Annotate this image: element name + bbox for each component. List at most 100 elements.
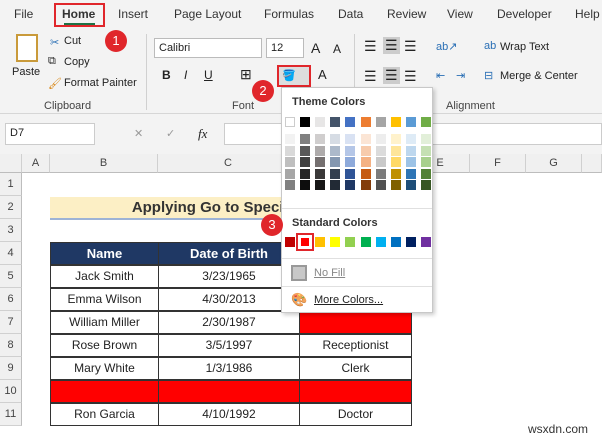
theme-shade-swatch[interactable] [345,145,356,156]
row-header[interactable]: 1 [0,173,22,196]
table-cell[interactable] [299,380,412,403]
theme-shade-swatch[interactable] [285,180,295,190]
tab-formulas[interactable]: Formulas [264,7,314,21]
theme-shade-swatch[interactable] [315,134,326,144]
borders-icon[interactable]: ⊞ [240,66,252,83]
decrease-indent-icon[interactable]: ⇤ [436,69,445,82]
theme-shade-swatch[interactable] [420,134,431,144]
row-header[interactable]: 5 [0,265,22,288]
theme-color-swatch[interactable] [330,117,341,127]
row-header[interactable]: 2 [0,196,22,219]
cancel-icon[interactable]: ✕ [134,127,143,140]
theme-shade-swatch[interactable] [420,145,431,156]
select-all-corner[interactable] [0,154,22,173]
font-name-select[interactable]: Calibri [154,38,262,58]
fill-color-button[interactable]: 🪣 [277,65,311,87]
table-cell[interactable]: Receptionist [299,334,412,357]
row-header[interactable]: 6 [0,288,22,311]
grow-font-button[interactable]: A [311,40,320,56]
theme-shade-swatch[interactable] [405,180,416,190]
theme-shade-swatch[interactable] [345,168,356,179]
paste-button[interactable]: Paste [12,66,40,78]
table-cell[interactable]: Clerk [299,357,412,380]
column-header[interactable] [582,154,602,173]
table-cell[interactable]: 3/5/1997 [158,334,300,357]
theme-shade-swatch[interactable] [360,145,371,156]
theme-shade-swatch[interactable] [375,168,386,179]
theme-shade-swatch[interactable] [330,168,341,179]
theme-shade-swatch[interactable] [390,180,401,190]
tab-view[interactable]: View [447,7,473,21]
row-header[interactable]: 7 [0,311,22,334]
theme-color-swatch[interactable] [420,117,431,127]
tab-developer[interactable]: Developer [497,7,552,21]
standard-color-swatch[interactable] [375,237,386,247]
theme-shade-swatch[interactable] [345,180,356,190]
theme-shade-swatch[interactable] [420,168,431,179]
increase-indent-icon[interactable]: ⇥ [456,69,465,82]
theme-shade-swatch[interactable] [300,180,311,190]
column-header[interactable]: G [526,154,582,173]
theme-shade-swatch[interactable] [405,157,416,167]
row-header[interactable]: 10 [0,380,22,403]
column-header[interactable]: C [158,154,299,173]
merge-center-button[interactable]: Merge & Center [500,70,578,82]
table-cell[interactable] [50,380,159,403]
theme-shade-swatch[interactable] [300,134,311,144]
underline-button[interactable]: U [204,68,213,82]
table-cell[interactable] [299,311,412,334]
font-color-button[interactable]: A [318,67,327,82]
theme-shade-swatch[interactable] [360,180,371,190]
theme-shade-swatch[interactable] [405,145,416,156]
tab-review[interactable]: Review [387,7,426,21]
italic-button[interactable]: I [184,68,187,82]
table-cell[interactable]: Rose Brown [50,334,159,357]
align-middle-icon[interactable]: ☰ [383,37,400,54]
table-header[interactable]: Name [50,242,159,265]
table-cell[interactable]: 4/10/1992 [158,403,300,426]
theme-color-swatch[interactable] [360,117,371,127]
theme-shade-swatch[interactable] [285,157,295,167]
tab-page-layout[interactable]: Page Layout [174,7,241,21]
theme-shade-swatch[interactable] [285,134,295,144]
column-header[interactable]: A [22,154,50,173]
theme-shade-swatch[interactable] [285,168,295,179]
theme-shade-swatch[interactable] [300,168,311,179]
row-header[interactable]: 8 [0,334,22,357]
standard-color-swatch[interactable] [345,237,356,247]
theme-shade-swatch[interactable] [390,157,401,167]
row-header[interactable]: 4 [0,242,22,265]
table-cell[interactable] [158,380,300,403]
theme-shade-swatch[interactable] [330,134,341,144]
bold-button[interactable]: B [162,68,171,82]
align-bottom-icon[interactable]: ☰ [404,38,417,55]
table-cell[interactable]: 3/23/1965 [158,265,300,288]
theme-shade-swatch[interactable] [375,180,386,190]
theme-shade-swatch[interactable] [315,145,326,156]
theme-color-swatch[interactable] [345,117,356,127]
table-cell[interactable]: William Miller [50,311,159,334]
column-header[interactable]: B [50,154,158,173]
theme-shade-swatch[interactable] [315,157,326,167]
shrink-font-button[interactable]: A [333,42,341,56]
table-header[interactable]: Date of Birth [158,242,300,265]
enter-icon[interactable]: ✓ [166,127,175,140]
theme-color-swatch[interactable] [300,117,311,127]
column-header[interactable]: F [470,154,526,173]
row-header[interactable]: 11 [0,403,22,426]
theme-shade-swatch[interactable] [375,134,386,144]
theme-shade-swatch[interactable] [300,157,311,167]
theme-shade-swatch[interactable] [315,168,326,179]
cut-button[interactable]: Cut [64,35,81,47]
tab-data[interactable]: Data [338,7,363,21]
table-cell[interactable]: 4/30/2013 [158,288,300,311]
theme-shade-swatch[interactable] [300,145,311,156]
table-cell[interactable]: Doctor [299,403,412,426]
theme-color-swatch[interactable] [390,117,401,127]
theme-shade-swatch[interactable] [345,157,356,167]
align-right-icon[interactable]: ☰ [404,68,417,85]
standard-color-swatch[interactable] [315,237,326,247]
standard-color-swatch[interactable] [390,237,401,247]
tab-file[interactable]: File [14,7,33,21]
theme-color-swatch[interactable] [315,117,326,127]
